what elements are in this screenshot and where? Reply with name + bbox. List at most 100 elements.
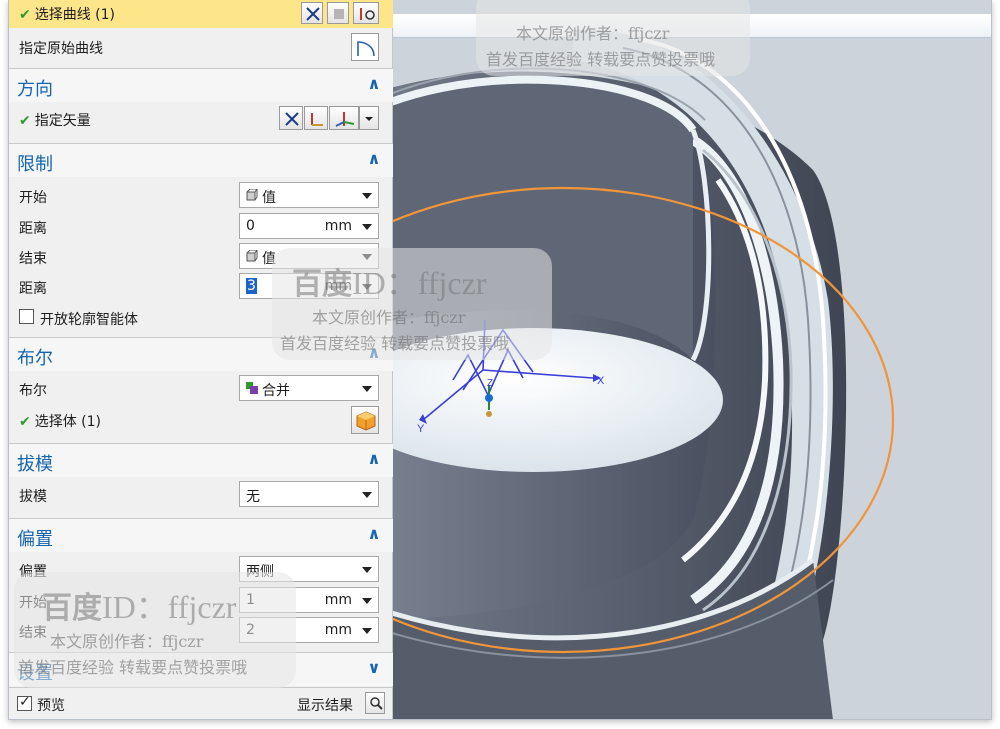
limit-end-distance-input[interactable]: 3 mm xyxy=(239,273,379,299)
section-draft-header[interactable]: 拔模 ∧ xyxy=(9,443,393,477)
preview-checkbox[interactable] xyxy=(17,694,32,711)
chevron-down-icon xyxy=(362,492,372,498)
boolean-select[interactable]: 合并 xyxy=(239,375,379,401)
section-boolean-title: 布尔 xyxy=(17,348,53,369)
section-limits-header[interactable]: 限制 ∧ xyxy=(9,143,393,177)
offset-type-label: 偏置 xyxy=(19,564,47,580)
chevron-down-icon xyxy=(362,193,372,199)
check-icon: ✔ xyxy=(19,113,31,129)
limit-start-label: 开始 xyxy=(19,190,47,206)
check-icon: ✔ xyxy=(19,414,31,430)
section-direction-title: 方向 xyxy=(17,79,53,100)
chevron-down-icon xyxy=(362,628,372,634)
window-frame: X Y Z ✔ 选择曲线 (1) 指定原始曲线 方向 ∧ ✔ 指定矢量 限制 ∧… xyxy=(8,0,992,720)
chevron-down-icon xyxy=(362,598,372,604)
offset-end-input[interactable]: 2 mm xyxy=(239,617,379,643)
check-icon: ✔ xyxy=(19,7,31,23)
limit-start-distance-label: 距离 xyxy=(19,221,47,237)
chevron-down-icon xyxy=(362,567,372,573)
triad-icon xyxy=(335,112,355,127)
boolean-row: 布尔 合并 xyxy=(9,374,393,404)
section-limits-title: 限制 xyxy=(17,154,53,175)
limit-end-distance-label: 距离 xyxy=(19,281,47,297)
original-curve-label: 指定原始曲线 xyxy=(19,41,103,57)
select-body-button[interactable] xyxy=(351,406,379,434)
cross-arrows-icon xyxy=(306,7,320,21)
offset-start-row: 开始 1 mm xyxy=(9,586,393,616)
inferred-vector-button[interactable] xyxy=(329,106,359,130)
graphics-viewport[interactable]: X Y Z xyxy=(393,0,991,719)
expand-chevron-icon[interactable]: ∨ xyxy=(365,659,383,677)
offset-start-input[interactable]: 1 mm xyxy=(239,587,379,613)
vector-row[interactable]: ✔ 指定矢量 xyxy=(9,104,393,134)
chevron-down-icon xyxy=(365,117,373,121)
curve-icon xyxy=(357,41,375,57)
limit-start-distance-row: 距离 0 mm xyxy=(9,212,393,242)
boolean-label: 布尔 xyxy=(19,383,47,399)
vector-label: ✔ 指定矢量 xyxy=(19,113,91,129)
select-curve-row[interactable]: ✔ 选择曲线 (1) xyxy=(9,0,393,28)
section-draft-title: 拔模 xyxy=(17,454,53,475)
select-body-row[interactable]: ✔ 选择体 (1) xyxy=(9,404,393,438)
show-result-button[interactable] xyxy=(365,692,385,714)
axis-z-label: Z xyxy=(487,378,493,389)
axis-y-label: Y xyxy=(417,423,425,435)
collapse-chevron-icon[interactable]: ∧ xyxy=(365,150,383,168)
offset-end-row: 结束 2 mm xyxy=(9,616,393,646)
curve-rule-button[interactable] xyxy=(301,2,323,24)
chevron-down-icon xyxy=(362,254,372,260)
unite-icon xyxy=(246,382,258,394)
preview-footer: 预览 显示结果 xyxy=(9,687,393,719)
chevron-down-icon xyxy=(362,284,372,290)
part-model: X Y Z xyxy=(393,29,991,719)
select-curve-label: ✔ 选择曲线 (1) xyxy=(19,7,116,23)
limit-end-select[interactable]: 值 xyxy=(239,243,379,269)
extrude-dialog: ✔ 选择曲线 (1) 指定原始曲线 方向 ∧ ✔ 指定矢量 限制 ∧ 开始 值 … xyxy=(9,0,393,719)
show-result-label: 显示结果 xyxy=(297,698,353,714)
open-profile-checkbox[interactable] xyxy=(19,309,34,324)
limit-end-distance-row: 距离 3 mm xyxy=(9,272,393,302)
limit-start-distance-input[interactable]: 0 mm xyxy=(239,213,379,239)
limit-end-row: 结束 值 xyxy=(9,242,393,272)
value-cube-icon xyxy=(246,189,258,201)
open-profile-row[interactable]: 开放轮廓智能体 xyxy=(9,303,393,333)
solid-body-icon xyxy=(356,411,376,431)
limit-end-label: 结束 xyxy=(19,251,47,267)
face-icon xyxy=(334,9,344,19)
select-filter-button[interactable] xyxy=(327,2,349,24)
open-profile-label: 开放轮廓智能体 xyxy=(40,312,138,328)
collapse-chevron-icon[interactable]: ∧ xyxy=(365,450,383,468)
chevron-down-icon xyxy=(362,386,372,392)
offset-end-label: 结束 xyxy=(19,625,47,641)
offset-type-select[interactable]: 两侧 xyxy=(239,556,379,582)
section-offset-header[interactable]: 偏置 ∧ xyxy=(9,518,393,552)
draft-select[interactable]: 无 xyxy=(239,481,379,507)
section-settings-header[interactable]: 设置 ∨ xyxy=(9,652,393,686)
collapse-chevron-icon[interactable]: ∧ xyxy=(365,344,383,362)
section-settings-title: 设置 xyxy=(17,663,53,684)
vector-icon xyxy=(311,113,323,126)
select-body-label: ✔ 选择体 (1) xyxy=(19,414,102,430)
chevron-down-icon xyxy=(362,224,372,230)
sketch-section-button[interactable] xyxy=(353,2,379,24)
original-curve-button[interactable] xyxy=(351,33,379,61)
vector-dropdown-button[interactable] xyxy=(359,106,379,130)
collapse-chevron-icon[interactable]: ∧ xyxy=(365,525,383,543)
collapse-chevron-icon[interactable]: ∧ xyxy=(365,75,383,93)
draft-row: 拔模 无 xyxy=(9,480,393,510)
section-direction-header[interactable]: 方向 ∧ xyxy=(9,68,393,102)
draft-label: 拔模 xyxy=(19,489,47,505)
vector-dialog-button[interactable] xyxy=(304,106,328,130)
value-cube-icon xyxy=(246,250,258,262)
section-boolean-header[interactable]: 布尔 ∧ xyxy=(9,337,393,371)
cross-arrows-icon xyxy=(285,112,299,126)
limit-start-row: 开始 值 xyxy=(9,181,393,211)
limit-start-select[interactable]: 值 xyxy=(239,182,379,208)
original-curve-row[interactable]: 指定原始曲线 xyxy=(9,30,393,66)
axis-x-label: X xyxy=(597,375,605,387)
magnifier-icon xyxy=(370,697,383,710)
section-offset-title: 偏置 xyxy=(17,529,53,550)
reverse-direction-button[interactable] xyxy=(279,106,303,130)
sketch-icon xyxy=(360,8,375,20)
offset-type-row: 偏置 两侧 xyxy=(9,555,393,585)
